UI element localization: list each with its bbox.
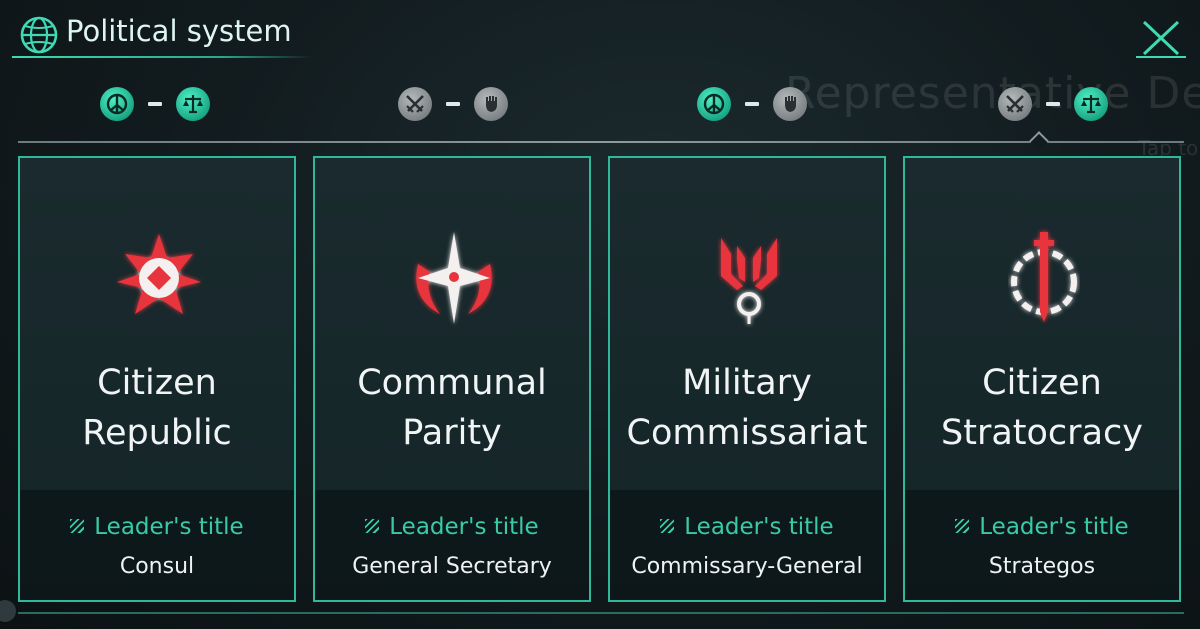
- system-name-line1: Citizen: [982, 363, 1102, 403]
- ideology-pair: [697, 86, 807, 122]
- system-card-citizen-stratocracy[interactable]: Citizen Stratocracy Leader's title Strat…: [903, 156, 1181, 602]
- leader-title-value: General Secretary: [352, 554, 552, 579]
- scroll-indicator: [0, 600, 16, 622]
- ideology-row: [0, 80, 1200, 124]
- fist-icon: [474, 87, 508, 121]
- commissariat-emblem-icon: [721, 238, 777, 324]
- leader-title-label-text: Leader's title: [94, 514, 244, 540]
- system-card-citizen-republic[interactable]: Citizen Republic Leader's title Consul: [18, 156, 296, 602]
- stratocracy-emblem-icon: [1011, 232, 1077, 322]
- leader-title-label: Leader's title: [20, 514, 294, 540]
- scales-icon: [176, 87, 210, 121]
- leader-title-label: Leader's title: [905, 514, 1179, 540]
- system-name-line1: Military: [682, 363, 812, 403]
- ideology-pair: [398, 86, 508, 122]
- system-name-line1: Communal: [357, 363, 547, 403]
- republic-emblem-icon: [117, 234, 201, 314]
- crossed-swords-icon: [398, 87, 432, 121]
- card-footer: Leader's title Consul: [20, 490, 294, 600]
- leader-title-label-text: Leader's title: [389, 514, 539, 540]
- system-name-line2: Parity: [402, 413, 502, 453]
- scales-icon: [1074, 87, 1108, 121]
- page-title: Political system: [66, 14, 292, 48]
- leader-title-value: Commissary-General: [631, 554, 863, 579]
- dash-separator: [1046, 102, 1060, 106]
- leader-title-value: Strategos: [988, 554, 1096, 579]
- leader-title-label: Leader's title: [315, 514, 589, 540]
- parity-emblem-icon: [416, 232, 492, 324]
- system-card-communal-parity[interactable]: Communal Parity Leader's title General S…: [313, 156, 591, 602]
- ideology-pair: [998, 86, 1108, 122]
- system-name-line1: Citizen: [97, 363, 217, 403]
- dash-separator: [148, 102, 162, 106]
- system-name-line2: Republic: [82, 413, 232, 453]
- leader-title-label-text: Leader's title: [684, 514, 834, 540]
- dash-separator: [446, 102, 460, 106]
- hatch-icon: [955, 519, 970, 533]
- dash-separator: [745, 102, 759, 106]
- leader-title-label: Leader's title: [610, 514, 884, 540]
- card-footer: Leader's title Strategos: [905, 490, 1179, 600]
- system-card-military-commissariat[interactable]: Military Commissariat Leader's title Com…: [608, 156, 886, 602]
- leader-title-label-text: Leader's title: [979, 514, 1129, 540]
- close-icon[interactable]: [1136, 16, 1186, 60]
- ideology-pair: [100, 86, 210, 122]
- section-divider: [18, 141, 1184, 143]
- system-name: Communal Parity: [315, 358, 589, 458]
- selection-indicator: [1029, 131, 1049, 151]
- peace-icon: [697, 87, 731, 121]
- fist-icon: [773, 87, 807, 121]
- peace-icon: [100, 87, 134, 121]
- crossed-swords-icon: [998, 87, 1032, 121]
- card-footer: Leader's title Commissary-General: [610, 490, 884, 600]
- bottom-divider: [18, 612, 1184, 614]
- leader-title-value: Consul: [119, 554, 195, 579]
- system-name: Military Commissariat: [610, 358, 884, 458]
- system-name-line2: Commissariat: [626, 413, 868, 453]
- hatch-icon: [70, 519, 85, 533]
- system-name-line2: Stratocracy: [941, 413, 1143, 453]
- hatch-icon: [365, 519, 380, 533]
- card-footer: Leader's title General Secretary: [315, 490, 589, 600]
- hatch-icon: [660, 519, 675, 533]
- globe-icon: [20, 16, 58, 54]
- close-underline: [1136, 56, 1186, 58]
- system-name: Citizen Republic: [20, 358, 294, 458]
- header: Political system: [0, 0, 1200, 64]
- system-name: Citizen Stratocracy: [905, 358, 1179, 458]
- title-underline: [12, 56, 312, 58]
